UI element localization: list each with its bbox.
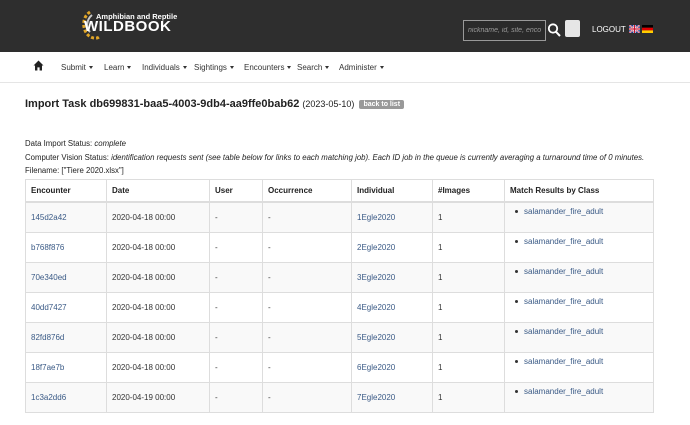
caret-down-icon bbox=[379, 66, 384, 70]
main-nav: Submit Learn Individuals Sightings Encou… bbox=[0, 52, 690, 83]
user-cell: - bbox=[209, 322, 263, 353]
cv-status: Computer Vision Status: identification r… bbox=[25, 153, 645, 162]
nav-administer[interactable]: Administer bbox=[339, 63, 384, 72]
occurrence-cell: - bbox=[262, 322, 352, 353]
date-cell: 2020-04-19 00:00 bbox=[106, 382, 210, 413]
table-row: 18f7ae7b 2020-04-18 00:00 - - 6Egle2020 … bbox=[25, 352, 654, 383]
occurrence-cell: - bbox=[262, 292, 352, 323]
encounter-link[interactable]: 40dd7427 bbox=[31, 303, 67, 312]
search-icon[interactable] bbox=[547, 22, 561, 38]
date-cell: 2020-04-18 00:00 bbox=[106, 232, 210, 263]
logout-link[interactable]: LOGOUT bbox=[592, 25, 626, 34]
user-cell: - bbox=[209, 201, 263, 233]
import-status: Data Import Status: complete bbox=[25, 139, 126, 148]
col-header-occurrence[interactable]: Occurrence bbox=[262, 179, 352, 203]
individual-link[interactable]: 5Egle2020 bbox=[357, 333, 395, 342]
images-cell: 1 bbox=[432, 262, 505, 293]
occurrence-cell: - bbox=[262, 201, 352, 233]
individual-link[interactable]: 1Egle2020 bbox=[357, 213, 395, 222]
caret-down-icon bbox=[88, 66, 93, 70]
images-cell: 1 bbox=[432, 382, 505, 413]
date-cell: 2020-04-18 00:00 bbox=[106, 352, 210, 383]
match-result-link[interactable]: salamander_fire_adult bbox=[510, 297, 648, 306]
nav-submit[interactable]: Submit bbox=[61, 63, 93, 72]
encounters-table: Encounter Date User Occurrence Individua… bbox=[25, 179, 654, 413]
nav-learn[interactable]: Learn bbox=[104, 63, 132, 72]
images-cell: 1 bbox=[432, 201, 505, 233]
back-to-list-button[interactable]: back to list bbox=[359, 99, 405, 109]
date-cell: 2020-04-18 00:00 bbox=[106, 201, 210, 233]
encounter-link[interactable]: 70e340ed bbox=[31, 273, 67, 282]
avatar[interactable] bbox=[565, 20, 580, 37]
nav-encounters[interactable]: Encounters bbox=[244, 63, 292, 72]
nav-search[interactable]: Search bbox=[297, 63, 330, 72]
col-header-individual[interactable]: Individual bbox=[351, 179, 433, 203]
match-result-link[interactable]: salamander_fire_adult bbox=[510, 207, 648, 216]
cv-status-value: identification requests sent (see table … bbox=[111, 153, 645, 162]
individual-link[interactable]: 6Egle2020 bbox=[357, 363, 395, 372]
filename-value: ["Tiere 2020.xlsx"] bbox=[61, 166, 124, 175]
caret-down-icon bbox=[287, 66, 292, 70]
individual-link[interactable]: 2Egle2020 bbox=[357, 243, 395, 252]
user-cell: - bbox=[209, 262, 263, 293]
images-cell: 1 bbox=[432, 352, 505, 383]
occurrence-cell: - bbox=[262, 352, 352, 383]
home-icon[interactable] bbox=[33, 60, 44, 71]
nav-individuals[interactable]: Individuals bbox=[142, 63, 187, 72]
col-header-encounter[interactable]: Encounter bbox=[25, 179, 107, 203]
encounter-link[interactable]: 82fd876d bbox=[31, 333, 64, 342]
individual-link[interactable]: 3Egle2020 bbox=[357, 273, 395, 282]
user-cell: - bbox=[209, 232, 263, 263]
caret-down-icon bbox=[127, 66, 132, 70]
task-date: (2023-05-10) bbox=[302, 99, 355, 109]
images-cell: 1 bbox=[432, 322, 505, 353]
col-header-date[interactable]: Date bbox=[106, 179, 210, 203]
table-row: 82fd876d 2020-04-18 00:00 - - 5Egle2020 … bbox=[25, 322, 654, 353]
date-cell: 2020-04-18 00:00 bbox=[106, 322, 210, 353]
en-flag-icon[interactable] bbox=[629, 25, 640, 33]
nav-sightings[interactable]: Sightings bbox=[194, 63, 234, 72]
user-cell: - bbox=[209, 352, 263, 383]
col-header-user[interactable]: User bbox=[209, 179, 263, 203]
caret-down-icon bbox=[325, 66, 330, 70]
table-row: 70e340ed 2020-04-18 00:00 - - 3Egle2020 … bbox=[25, 262, 654, 293]
images-cell: 1 bbox=[432, 292, 505, 323]
user-cell: - bbox=[209, 292, 263, 323]
individual-link[interactable]: 4Egle2020 bbox=[357, 303, 395, 312]
search-input[interactable] bbox=[463, 20, 546, 41]
table-row: 40dd7427 2020-04-18 00:00 - - 4Egle2020 … bbox=[25, 292, 654, 323]
encounter-link[interactable]: 1c3a2dd6 bbox=[31, 393, 66, 402]
match-result-link[interactable]: salamander_fire_adult bbox=[510, 237, 648, 246]
de-flag-icon[interactable] bbox=[642, 25, 653, 33]
table-header-row: Encounter Date User Occurrence Individua… bbox=[25, 179, 654, 203]
caret-down-icon bbox=[182, 66, 187, 70]
match-result-link[interactable]: salamander_fire_adult bbox=[510, 387, 648, 396]
encounter-link[interactable]: b768f876 bbox=[31, 243, 64, 252]
date-cell: 2020-04-18 00:00 bbox=[106, 292, 210, 323]
individual-link[interactable]: 7Egle2020 bbox=[357, 393, 395, 402]
occurrence-cell: - bbox=[262, 262, 352, 293]
top-header: Amphibian and Reptile WILDBOOK LOGOUT bbox=[0, 0, 690, 52]
match-result-link[interactable]: salamander_fire_adult bbox=[510, 267, 648, 276]
logo-title: WILDBOOK bbox=[84, 18, 172, 35]
occurrence-cell: - bbox=[262, 232, 352, 263]
encounter-link[interactable]: 18f7ae7b bbox=[31, 363, 64, 372]
date-cell: 2020-04-18 00:00 bbox=[106, 262, 210, 293]
table-row: b768f876 2020-04-18 00:00 - - 2Egle2020 … bbox=[25, 232, 654, 263]
import-status-value: complete bbox=[94, 139, 126, 148]
user-cell: - bbox=[209, 382, 263, 413]
page-title: Import Task db699831-baa5-4003-9db4-aa9f… bbox=[25, 98, 405, 110]
task-title: Import Task db699831-baa5-4003-9db4-aa9f… bbox=[25, 98, 300, 110]
encounter-link[interactable]: 145d2a42 bbox=[31, 213, 67, 222]
table-row: 1c3a2dd6 2020-04-19 00:00 - - 7Egle2020 … bbox=[25, 382, 654, 413]
caret-down-icon bbox=[229, 66, 234, 70]
col-header-images[interactable]: #Images bbox=[432, 179, 505, 203]
match-result-link[interactable]: salamander_fire_adult bbox=[510, 357, 648, 366]
table-row: 145d2a42 2020-04-18 00:00 - - 1Egle2020 … bbox=[25, 201, 654, 233]
occurrence-cell: - bbox=[262, 382, 352, 413]
col-header-match-results[interactable]: Match Results by Class bbox=[504, 179, 654, 203]
filename: Filename: ["Tiere 2020.xlsx"] bbox=[25, 166, 124, 175]
images-cell: 1 bbox=[432, 232, 505, 263]
match-result-link[interactable]: salamander_fire_adult bbox=[510, 327, 648, 336]
